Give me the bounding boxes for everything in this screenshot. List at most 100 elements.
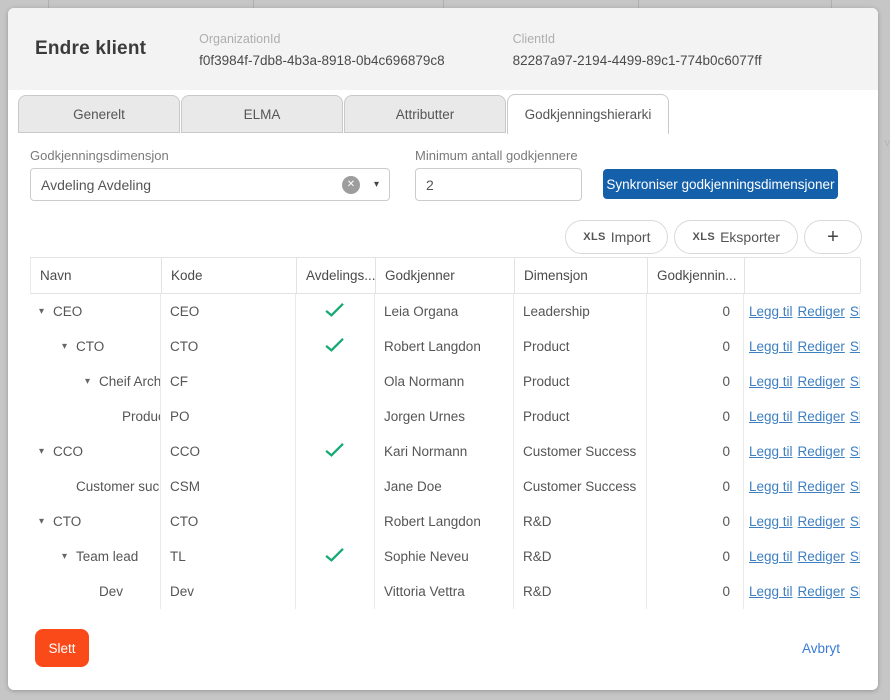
organization-id-label: OrganizationId xyxy=(199,32,444,46)
edit-row-link[interactable]: Rediger xyxy=(798,409,845,424)
client-id-value: 82287a97-2194-4499-89c1-774b0c6077ff xyxy=(513,53,762,68)
edit-row-link[interactable]: Rediger xyxy=(798,549,845,564)
actions-cell: Legg til Rediger Slett xyxy=(744,399,860,434)
dimension-cell: Customer Success xyxy=(514,469,647,504)
expand-caret-icon[interactable]: ▾ xyxy=(62,551,76,562)
page-title: Endre klient xyxy=(35,38,146,60)
tab-generelt[interactable]: Generelt xyxy=(18,95,180,133)
approvals-count-cell: 0 xyxy=(647,574,744,609)
table-row: ▾Customer suc...CSMJane DoeCustomer Succ… xyxy=(30,469,860,504)
check-icon xyxy=(324,337,346,356)
actions-cell: Legg til Rediger Slett xyxy=(744,539,860,574)
name-cell: ▾CCO xyxy=(30,434,161,469)
edit-row-link[interactable]: Rediger xyxy=(798,339,845,354)
dept-approver-cell xyxy=(296,329,375,364)
dept-approver-cell xyxy=(296,539,375,574)
approvals-count-cell: 0 xyxy=(647,329,744,364)
add-row-link[interactable]: Legg til xyxy=(749,304,793,319)
actions-cell: Legg til Rediger Slett xyxy=(744,294,860,329)
code-cell: CTO xyxy=(161,504,296,539)
name-cell: ▾Product ow... xyxy=(30,399,161,434)
delete-row-link[interactable]: Slett xyxy=(850,479,860,494)
approver-cell: Jorgen Urnes xyxy=(375,399,514,434)
xls-badge: XLS xyxy=(692,231,715,243)
clear-selection-icon[interactable]: ✕ xyxy=(342,176,360,194)
node-name: CTO xyxy=(53,514,81,529)
code-cell: CTO xyxy=(161,329,296,364)
delete-row-link[interactable]: Slett xyxy=(850,304,860,319)
dept-approver-cell xyxy=(296,434,375,469)
approvals-count-cell: 0 xyxy=(647,364,744,399)
add-row-link[interactable]: Legg til xyxy=(749,374,793,389)
sync-dimensions-button[interactable]: Synkroniser godkjenningsdimensjoner xyxy=(603,169,838,199)
dimension-cell: R&D xyxy=(514,504,647,539)
xls-export-button[interactable]: XLS Eksporter xyxy=(674,220,798,254)
table-row: ▾DevDevVittoria VettraR&D0Legg tilRedige… xyxy=(30,574,860,609)
add-row-link[interactable]: Legg til xyxy=(749,409,793,424)
expand-caret-icon[interactable]: ▾ xyxy=(39,516,53,527)
delete-row-link[interactable]: Slett xyxy=(850,374,860,389)
table-row: ▾Product ow...POJorgen UrnesProduct0Legg… xyxy=(30,399,860,434)
tab-godkjenningshierarki[interactable]: Godkjenningshierarki xyxy=(507,94,669,134)
background-divider xyxy=(443,0,444,8)
add-row-link[interactable]: Legg til xyxy=(749,479,793,494)
delete-row-link[interactable]: Slett xyxy=(850,444,860,459)
column-header-avdelingsgodkjenner: Avdelings... xyxy=(297,258,376,293)
name-cell: ▾Team lead xyxy=(30,539,161,574)
edit-row-link[interactable]: Rediger xyxy=(798,514,845,529)
code-cell: PO xyxy=(161,399,296,434)
xls-import-button[interactable]: XLS Import xyxy=(565,220,668,254)
dept-approver-cell xyxy=(296,399,375,434)
expand-caret-icon[interactable]: ▾ xyxy=(39,446,53,457)
edit-row-link[interactable]: Rediger xyxy=(798,584,845,599)
node-name: CCO xyxy=(53,444,83,459)
add-row-link[interactable]: Legg til xyxy=(749,549,793,564)
min-approvers-field-block: Minimum antall godkjennere xyxy=(415,148,582,201)
delete-button[interactable]: Slett xyxy=(35,629,89,667)
background-text-fragment: v xyxy=(885,137,890,149)
cancel-link[interactable]: Avbryt xyxy=(802,641,840,656)
background-divider xyxy=(638,0,639,8)
add-row-link[interactable]: Legg til xyxy=(749,444,793,459)
expand-caret-icon[interactable]: ▾ xyxy=(39,306,53,317)
approver-cell: Kari Normann xyxy=(375,434,514,469)
dimension-cell: Leadership xyxy=(514,294,647,329)
tab-elma[interactable]: ELMA xyxy=(181,95,343,133)
dimension-label: Godkjenningsdimensjon xyxy=(30,148,390,163)
table-toolbar: XLS Import XLS Eksporter + xyxy=(8,220,862,254)
organization-id-value: f0f3984f-7db8-4b3a-8918-0b4c696879c8 xyxy=(199,53,444,68)
approvals-count-cell: 0 xyxy=(647,434,744,469)
delete-row-link[interactable]: Slett xyxy=(850,409,860,424)
tab-attributter[interactable]: Attributter xyxy=(344,95,506,133)
modal-header: Endre klient OrganizationId f0f3984f-7db… xyxy=(8,8,878,90)
approver-cell: Robert Langdon xyxy=(375,329,514,364)
node-name: CTO xyxy=(76,339,104,354)
xls-badge: XLS xyxy=(583,231,606,243)
add-row-link[interactable]: Legg til xyxy=(749,584,793,599)
dimension-select[interactable]: Avdeling Avdeling ✕ ▾ xyxy=(30,168,390,201)
approvals-count-cell: 0 xyxy=(647,504,744,539)
edit-row-link[interactable]: Rediger xyxy=(798,444,845,459)
dept-approver-cell xyxy=(296,574,375,609)
add-row-link[interactable]: Legg til xyxy=(749,339,793,354)
delete-row-link[interactable]: Slett xyxy=(850,549,860,564)
expand-caret-icon[interactable]: ▾ xyxy=(62,341,76,352)
delete-row-link[interactable]: Slett xyxy=(850,584,860,599)
dimension-cell: Product xyxy=(514,399,647,434)
node-name: Team lead xyxy=(76,549,138,564)
chevron-down-icon[interactable]: ▾ xyxy=(374,179,379,190)
column-header-actions xyxy=(745,258,861,293)
column-header-navn: Navn xyxy=(31,258,162,293)
dept-approver-cell xyxy=(296,294,375,329)
delete-row-link[interactable]: Slett xyxy=(850,339,860,354)
edit-row-link[interactable]: Rediger xyxy=(798,304,845,319)
expand-caret-icon[interactable]: ▾ xyxy=(85,376,99,387)
edit-row-link[interactable]: Rediger xyxy=(798,479,845,494)
edit-row-link[interactable]: Rediger xyxy=(798,374,845,389)
min-approvers-input[interactable] xyxy=(415,168,582,201)
node-name: Dev xyxy=(99,584,123,599)
add-row-button[interactable]: + xyxy=(804,220,862,254)
delete-row-link[interactable]: Slett xyxy=(850,514,860,529)
actions-cell: Legg til Rediger Slett xyxy=(744,329,860,364)
add-row-link[interactable]: Legg til xyxy=(749,514,793,529)
